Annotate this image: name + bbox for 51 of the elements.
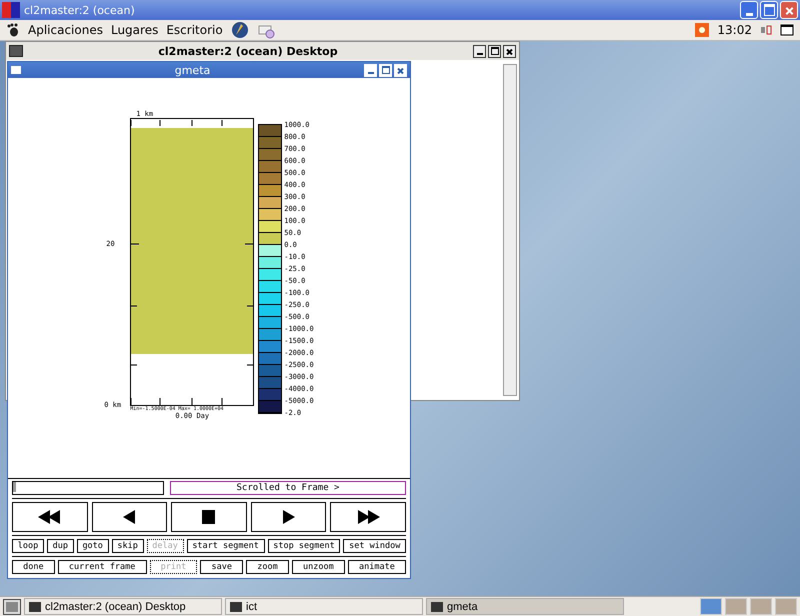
stop-icon [202,510,216,524]
command-button[interactable]: zoom [246,560,289,574]
panel-menu[interactable]: Lugares [110,23,158,37]
close-button[interactable] [503,44,516,58]
show-desktop-icon[interactable] [780,24,794,36]
command-button[interactable]: start segment [186,539,265,553]
forward-button[interactable] [330,502,406,532]
terminal-icon [9,45,23,57]
minimize-button[interactable] [473,44,486,58]
foot-icon[interactable] [6,23,20,37]
panel-menu[interactable]: Aplicaciones [28,23,103,37]
rewind-icon [38,510,62,524]
command-button[interactable]: dup [46,539,74,553]
frame-input-field[interactable] [12,481,164,495]
show-desktop-icon[interactable] [3,598,21,614]
scrollbar[interactable] [503,64,517,396]
update-icon[interactable] [695,23,710,37]
back-icon [123,510,136,524]
window-title: cl2master:2 (ocean) [24,4,136,16]
command-button[interactable]: stop segment [268,539,340,553]
command-button[interactable]: goto [76,539,109,553]
clock[interactable]: 13:02 [717,23,752,37]
vnc-logo-icon [2,2,20,18]
workspace-switcher-cell[interactable] [725,598,747,615]
stop-button[interactable] [171,502,247,532]
panel-menu[interactable]: Escritorio [166,23,223,37]
fast-forward-icon [356,510,380,524]
taskbar-item[interactable]: gmeta [426,598,624,615]
taskbar-item[interactable]: cl2master:2 (ocean) Desktop [24,598,222,615]
command-button[interactable]: unzoom [292,560,345,574]
command-button[interactable]: skip [112,539,144,553]
workspace-switcher-cell[interactable] [700,598,722,615]
window-title: cl2master:2 (ocean) Desktop [157,44,339,58]
volume-icon[interactable] [760,24,772,36]
window-title: gmeta [174,64,212,76]
command-button[interactable]: done [12,560,55,574]
back-button[interactable] [92,502,168,532]
command-button[interactable]: animate [348,560,406,574]
play-icon [282,510,295,524]
maximize-button[interactable] [488,44,501,58]
play-button[interactable] [250,502,326,532]
rewind-button[interactable] [12,502,88,532]
command-button[interactable]: loop [12,539,44,553]
command-button[interactable]: current frame [58,560,147,574]
workspace-switcher-cell[interactable] [750,598,772,615]
command-button[interactable]: set window [343,539,406,553]
command-button[interactable]: save [200,560,244,574]
status-field: Scrolled to Frame > [170,481,406,495]
taskbar-item[interactable]: ict [225,598,423,615]
workspace-switcher-cell[interactable] [775,598,797,615]
globe-icon[interactable] [230,21,249,39]
